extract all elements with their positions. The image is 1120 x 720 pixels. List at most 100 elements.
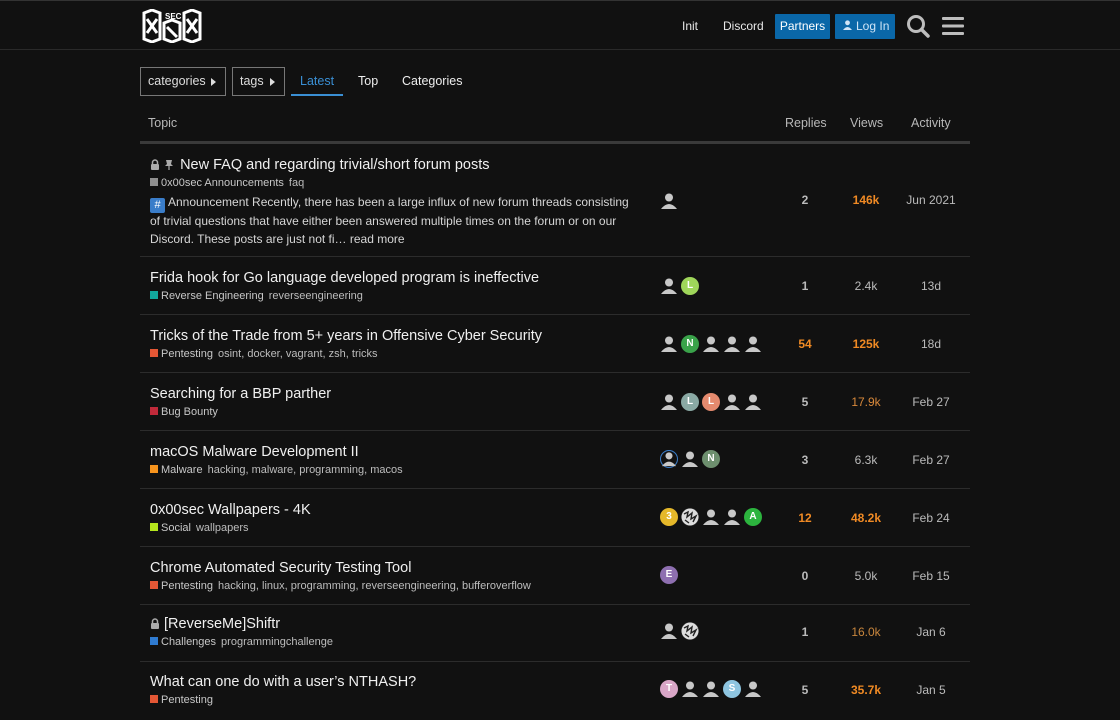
topic-category[interactable]: Pentesting hacking, linux, programming, r… xyxy=(150,580,531,592)
avatar[interactable] xyxy=(702,508,720,526)
topic-list-header: Topic Replies Views Activity xyxy=(140,114,970,144)
avatar[interactable]: L xyxy=(702,393,720,411)
search-icon[interactable] xyxy=(906,14,930,38)
svg-text:SEC: SEC xyxy=(165,12,182,21)
activity-date[interactable]: Feb 15 xyxy=(902,569,960,583)
column-header-replies[interactable]: Replies xyxy=(785,116,827,130)
topic-category[interactable]: 0x00sec Announcements faq xyxy=(150,177,304,189)
column-header-views[interactable]: Views xyxy=(850,116,883,130)
nav-link-discord[interactable]: Discord xyxy=(723,19,764,33)
reply-count: 5 xyxy=(801,683,809,697)
topic-tags[interactable]: faq xyxy=(289,177,304,189)
topic-title-link[interactable]: Frida hook for Go language developed pro… xyxy=(150,270,539,286)
topic-tags[interactable]: wallpapers xyxy=(196,522,249,534)
categories-dropdown[interactable]: categories xyxy=(140,67,226,96)
avatar[interactable] xyxy=(723,508,741,526)
hamburger-menu-icon[interactable] xyxy=(942,16,964,36)
avatar[interactable] xyxy=(744,335,762,353)
avatar[interactable]: E xyxy=(660,566,678,584)
avatar[interactable] xyxy=(660,393,678,411)
hashtag-icon: # xyxy=(150,198,165,213)
avatar[interactable]: T xyxy=(660,680,678,698)
category-color-swatch xyxy=(150,291,158,299)
activity-date[interactable]: 18d xyxy=(902,337,960,351)
categories-dropdown-label: categories xyxy=(148,74,206,88)
caret-right-icon xyxy=(270,78,275,86)
topic-category[interactable]: Bug Bounty xyxy=(150,406,218,418)
avatar[interactable] xyxy=(723,393,741,411)
avatar[interactable] xyxy=(702,335,720,353)
topic-tags[interactable]: osint, docker, vagrant, zsh, tricks xyxy=(218,348,378,360)
topic-title: [ReverseMe]Shiftr xyxy=(164,616,281,632)
avatar[interactable] xyxy=(702,680,720,698)
topic-category[interactable]: Malware hacking, malware, programming, ma… xyxy=(150,464,403,476)
topic-title-link[interactable]: Chrome Automated Security Testing Tool xyxy=(150,560,411,576)
tags-dropdown[interactable]: tags xyxy=(232,67,285,96)
topic-category[interactable]: Challenges programmingchallenge xyxy=(150,636,333,648)
avatar[interactable] xyxy=(660,277,678,295)
avatar[interactable] xyxy=(681,450,699,468)
topic-row: Frida hook for Go language developed pro… xyxy=(140,257,970,315)
topic-tags[interactable]: reverseengineering xyxy=(269,290,363,302)
topic-row: Tricks of the Trade from 5+ years in Off… xyxy=(140,315,970,373)
avatar[interactable] xyxy=(660,335,678,353)
avatar[interactable] xyxy=(660,192,678,210)
partners-button[interactable]: Partners xyxy=(775,14,830,39)
activity-date[interactable]: Feb 27 xyxy=(902,395,960,409)
avatar[interactable]: 3 xyxy=(660,508,678,526)
avatar[interactable] xyxy=(681,622,699,640)
activity-date[interactable]: Jan 6 xyxy=(902,625,960,639)
reply-count: 5 xyxy=(801,395,809,409)
avatar[interactable] xyxy=(681,508,699,526)
activity-date[interactable]: 13d xyxy=(902,279,960,293)
avatar[interactable]: S xyxy=(723,680,741,698)
read-more-link[interactable]: read more xyxy=(350,232,405,246)
activity-date[interactable]: Jan 5 xyxy=(902,683,960,697)
avatar[interactable] xyxy=(660,450,678,468)
topic-row: Searching for a BBP parther Bug Bounty L… xyxy=(140,373,970,431)
avatar[interactable] xyxy=(681,680,699,698)
view-count: 2.4k xyxy=(854,279,878,293)
category-color-swatch xyxy=(150,695,158,703)
column-header-activity[interactable]: Activity xyxy=(911,116,951,130)
avatar[interactable]: L xyxy=(681,393,699,411)
view-count: 125k xyxy=(852,337,880,351)
avatar[interactable]: N xyxy=(681,335,699,353)
avatar[interactable]: A xyxy=(744,508,762,526)
tab-top[interactable]: Top xyxy=(358,74,378,88)
nav-link-init[interactable]: Init xyxy=(682,19,698,33)
topic-row: Chrome Automated Security Testing Tool P… xyxy=(140,547,970,605)
topic-title-link[interactable]: macOS Malware Development II xyxy=(150,444,359,460)
view-count: 146k xyxy=(852,193,880,207)
activity-date[interactable]: Jun 2021 xyxy=(902,193,960,207)
activity-date[interactable]: Feb 24 xyxy=(902,511,960,525)
avatar[interactable] xyxy=(660,622,678,640)
column-header-topic[interactable]: Topic xyxy=(148,116,177,130)
avatar[interactable]: L xyxy=(681,277,699,295)
tab-categories[interactable]: Categories xyxy=(402,74,462,88)
topic-title-link[interactable]: [ReverseMe]Shiftr xyxy=(150,616,280,632)
topic-tags[interactable]: programmingchallenge xyxy=(221,636,333,648)
tab-latest[interactable]: Latest xyxy=(300,74,334,88)
topic-title-link[interactable]: What can one do with a user’s NTHASH? xyxy=(150,674,416,690)
category-color-swatch xyxy=(150,178,158,186)
topic-title-link[interactable]: Searching for a BBP parther xyxy=(150,386,331,402)
topic-tags[interactable]: hacking, malware, programming, macos xyxy=(208,464,403,476)
topic-category[interactable]: Pentesting xyxy=(150,694,213,706)
avatar[interactable] xyxy=(744,680,762,698)
topic-tags[interactable]: hacking, linux, programming, reverseengi… xyxy=(218,580,531,592)
category-color-swatch xyxy=(150,349,158,357)
site-logo[interactable]: SEC xyxy=(141,8,205,44)
topic-category[interactable]: Reverse Engineering reverseengineering xyxy=(150,290,363,302)
topic-category[interactable]: Social wallpapers xyxy=(150,522,249,534)
topic-title-link[interactable]: Tricks of the Trade from 5+ years in Off… xyxy=(150,328,542,344)
avatar[interactable] xyxy=(723,335,741,353)
activity-date[interactable]: Feb 27 xyxy=(902,453,960,467)
topic-title-link[interactable]: 0x00sec Wallpapers - 4K xyxy=(150,502,311,518)
login-button[interactable]: Log In xyxy=(835,14,895,39)
avatar[interactable] xyxy=(744,393,762,411)
view-count: 17.9k xyxy=(851,395,881,409)
avatar[interactable]: N xyxy=(702,450,720,468)
topic-title-link[interactable]: New FAQ and regarding trivial/short foru… xyxy=(150,157,490,173)
topic-category[interactable]: Pentesting osint, docker, vagrant, zsh, t… xyxy=(150,348,378,360)
